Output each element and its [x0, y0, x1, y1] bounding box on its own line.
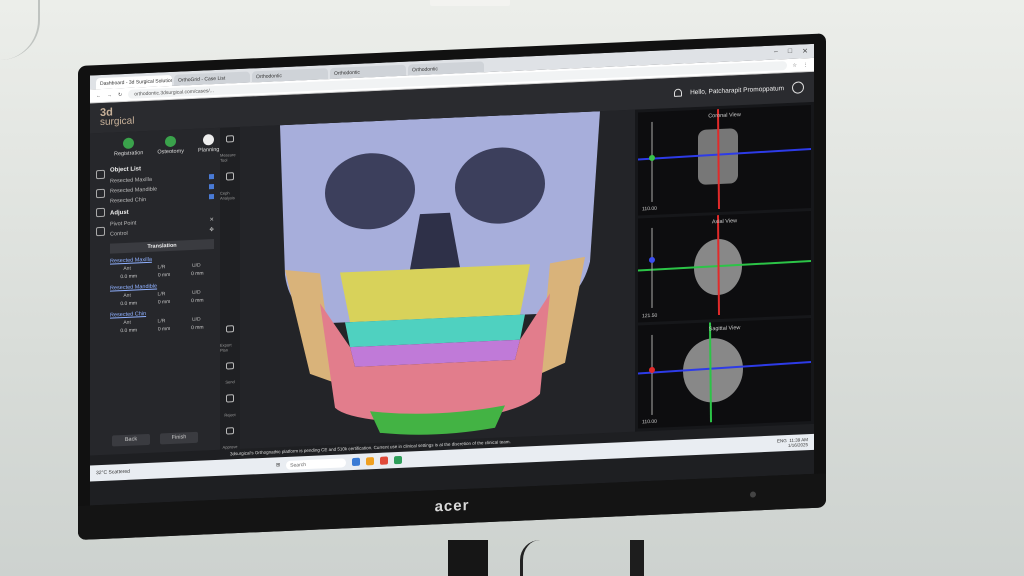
value-input[interactable]: 0 mm: [158, 299, 171, 306]
export-icon[interactable]: [226, 325, 234, 333]
value-input[interactable]: 0.0 mm: [120, 327, 137, 334]
value-input[interactable]: 0.0 mm: [120, 273, 137, 280]
tool-icon[interactable]: [96, 207, 105, 218]
value-input[interactable]: 0 mm: [158, 326, 171, 333]
back-button[interactable]: Back: [112, 433, 150, 447]
send-icon[interactable]: [226, 362, 234, 370]
step-label: Registration: [114, 150, 144, 158]
tool-label: Measure Tool: [220, 152, 236, 164]
monitor-cable-2: [630, 540, 644, 576]
step-planning[interactable]: Planning: [198, 134, 219, 154]
clock[interactable]: ENG 11:39 AM 1/16/2025: [777, 437, 808, 448]
weather-widget[interactable]: 32°C Scattered: [96, 469, 130, 476]
tool-label: Export Plan: [220, 342, 232, 353]
checkbox-icon[interactable]: [209, 184, 214, 190]
folder-icon[interactable]: [366, 457, 375, 466]
forward-arrow-icon[interactable]: →: [107, 92, 112, 98]
step-registration[interactable]: Registration: [114, 137, 143, 157]
tool-label: Send: [225, 379, 235, 386]
tool-label: Approve: [222, 444, 238, 450]
monitor-stand: [448, 540, 488, 576]
chrome-icon[interactable]: [380, 456, 389, 465]
logo-text-bottom: surgical: [100, 115, 135, 129]
step-label: Planning: [197, 146, 220, 154]
active-step-icon: [203, 134, 215, 146]
windows-icon[interactable]: ⊞: [276, 462, 280, 468]
step-label: Osteotomy: [157, 148, 184, 156]
close-icon[interactable]: ✕: [802, 47, 808, 55]
bell-icon[interactable]: [674, 88, 683, 97]
user-area: Hello, Patcharapit Promoppatum: [674, 81, 804, 99]
tool-column: Measure Tool Ceph Analysis Export Plan S…: [220, 126, 240, 450]
reject-icon[interactable]: [226, 394, 234, 403]
power-icon[interactable]: [750, 491, 756, 498]
value-input[interactable]: 0 mm: [158, 272, 171, 279]
monitor: Dashboard - 3d Surgical Solutions OrthoG…: [78, 33, 826, 540]
workflow-steps: Registration Osteotomy Planning: [96, 134, 219, 158]
sagittal-image: [638, 322, 811, 423]
slice-value: 110.00: [642, 418, 657, 426]
reload-icon[interactable]: ↻: [118, 92, 122, 98]
slice-views: Coronal View 110.00 Axial View 121.50 Sa…: [635, 101, 814, 432]
axial-view[interactable]: Axial View 121.50: [638, 211, 811, 323]
check-icon: [123, 137, 135, 150]
app-icon[interactable]: [394, 455, 403, 465]
step-osteotomy[interactable]: Osteotomy: [157, 135, 184, 156]
slice-value: 110.00: [642, 206, 657, 213]
axial-image: [638, 215, 811, 316]
app-logo: 3d surgical: [100, 105, 170, 128]
menu-dots-icon[interactable]: ⋮: [803, 62, 808, 68]
info-icon[interactable]: [226, 172, 234, 181]
sagittal-view[interactable]: Sagittal View 110.00: [638, 317, 811, 429]
window-controls: – □ ✕: [774, 47, 814, 57]
finish-button[interactable]: Finish: [160, 431, 198, 445]
monitor-brand: acer: [434, 496, 470, 516]
tool-label: Reject: [224, 411, 236, 418]
screen: Dashboard - 3d Surgical Solutions OrthoG…: [90, 43, 814, 506]
checkbox-icon[interactable]: [209, 174, 214, 180]
app-icon[interactable]: [352, 457, 361, 467]
value-input[interactable]: 0 mm: [191, 298, 204, 305]
taskbar-search[interactable]: Search: [286, 457, 347, 470]
back-arrow-icon[interactable]: ←: [96, 92, 101, 98]
left-panel: Registration Osteotomy Planning Object L…: [90, 127, 220, 456]
wall-outlet: [430, 0, 510, 6]
3d-viewport[interactable]: [240, 109, 635, 449]
language-indicator[interactable]: ENG: [777, 438, 787, 443]
view-label: Axial View: [711, 218, 738, 226]
tool-label: Ceph Analysis: [220, 189, 235, 201]
maximize-icon[interactable]: □: [788, 48, 792, 56]
value-input[interactable]: 0.0 mm: [120, 300, 137, 307]
side-icons: [96, 164, 110, 336]
slice-value: 121.50: [642, 312, 658, 320]
check-icon: [165, 135, 177, 148]
star-icon[interactable]: ☆: [793, 62, 797, 68]
tool-icon[interactable]: [96, 226, 105, 237]
monitor-cable: [520, 540, 560, 576]
translation-header[interactable]: Translation: [110, 239, 214, 254]
skull-model: [280, 111, 600, 435]
move-icon[interactable]: ✥: [209, 227, 214, 233]
app-body: Registration Osteotomy Planning Object L…: [90, 101, 814, 456]
minimize-icon[interactable]: –: [774, 48, 778, 56]
crosshair-icon[interactable]: ✕: [209, 217, 214, 223]
measure-icon[interactable]: [226, 135, 234, 143]
date: 1/16/2025: [787, 442, 808, 449]
tool-icon[interactable]: [96, 188, 105, 199]
tool-icon[interactable]: [96, 169, 105, 180]
approve-icon[interactable]: [226, 426, 234, 435]
checkbox-icon[interactable]: [209, 194, 214, 200]
value-input[interactable]: 0 mm: [191, 325, 204, 332]
greeting: Hello, Patcharapit Promoppatum: [690, 84, 784, 96]
value-input[interactable]: 0 mm: [191, 271, 204, 278]
coronal-image: [638, 109, 811, 210]
avatar[interactable]: [792, 81, 804, 94]
coronal-view[interactable]: Coronal View 110.00: [638, 104, 811, 216]
